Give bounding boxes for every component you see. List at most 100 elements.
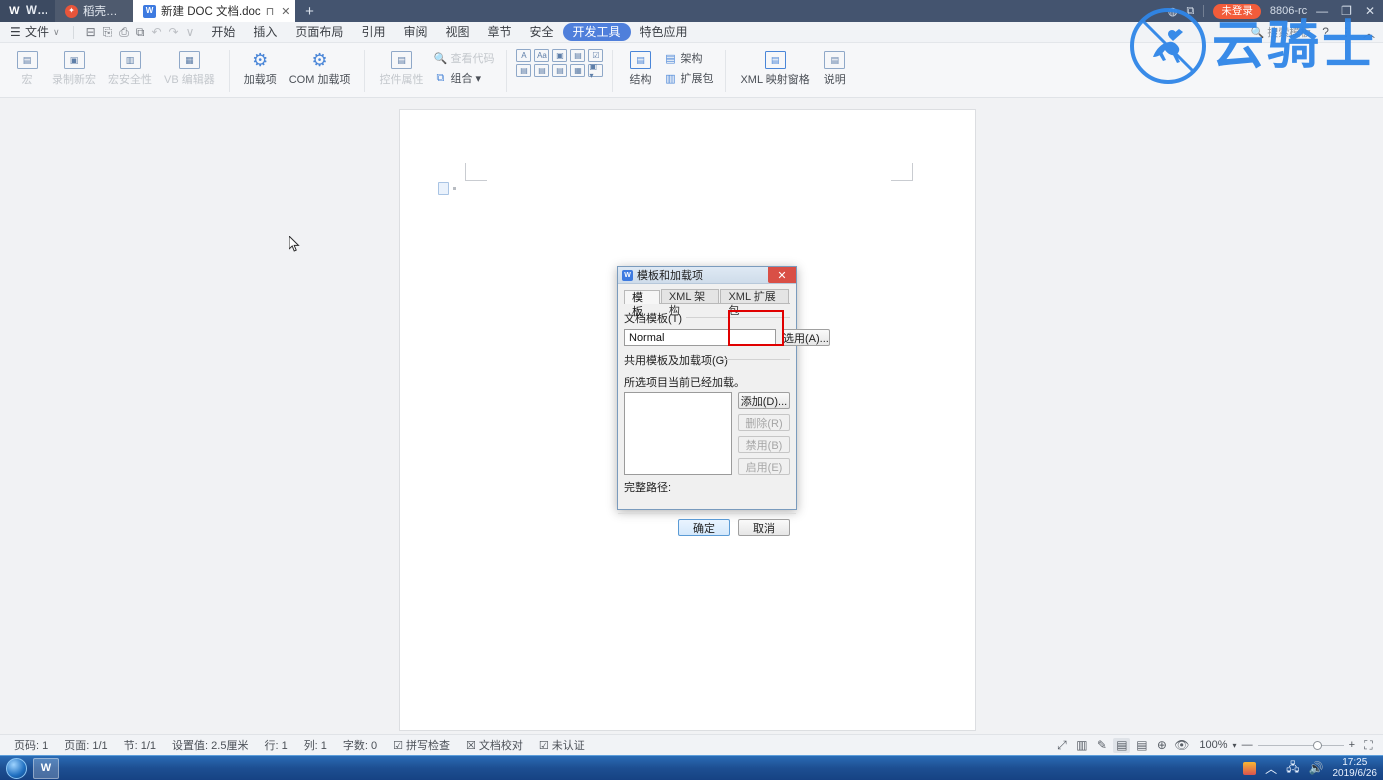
- tab-close-icon[interactable]: ✕: [281, 5, 290, 18]
- dialog-body: 模板 XML 架构 XML 扩展包 文档模板(T) 选用(A)... 共用模板及…: [618, 284, 830, 513]
- share-icon[interactable]: ⧉: [1187, 5, 1195, 18]
- status-uncertified[interactable]: ☑ 未认证: [531, 737, 593, 753]
- ribbon-button-schema[interactable]: ▤ 架构: [660, 49, 716, 67]
- network-icon[interactable]: 🖧: [1286, 758, 1299, 779]
- menu-item-insert[interactable]: 插入: [244, 22, 286, 43]
- ribbon-button-help[interactable]: ▤ 说明: [817, 46, 853, 87]
- menu-item-featured-apps[interactable]: 特色应用: [631, 22, 697, 43]
- dialog-close-button[interactable]: ✕: [768, 267, 796, 283]
- two-page-icon[interactable]: ▥: [1073, 738, 1090, 753]
- status-spellcheck[interactable]: ☑ 拼写检查: [385, 737, 458, 753]
- combo-box-control-icon[interactable]: ▤: [516, 64, 532, 77]
- tab-wps-home[interactable]: W WPS: [0, 0, 55, 22]
- ribbon-button-record-macro[interactable]: ▣ 录制新宏: [47, 46, 101, 87]
- ribbon-button-view-code[interactable]: 🔍 查看代码: [430, 49, 497, 67]
- dialog-tab-xml-expansion-pack[interactable]: XML 扩展包: [720, 289, 790, 317]
- cancel-button[interactable]: 取消: [738, 519, 790, 536]
- undo-icon[interactable]: ↶: [151, 25, 161, 39]
- zoom-in-button[interactable]: +: [1349, 739, 1355, 751]
- menu-item-developer-tools[interactable]: 开发工具: [562, 23, 631, 41]
- outline-view-icon[interactable]: ▤: [1133, 738, 1150, 753]
- print-preview-icon[interactable]: ⧉: [136, 25, 145, 40]
- tray-expand-icon[interactable]: ︿: [1265, 760, 1277, 777]
- wps-taskbar-icon[interactable]: W: [33, 757, 59, 779]
- tab-docer-mall[interactable]: ✦ 稻壳商城: [55, 0, 133, 22]
- ribbon-button-macro-security[interactable]: ▥ 宏安全性: [103, 46, 157, 87]
- ribbon-button-group[interactable]: ⧉ 组合 ▾: [430, 69, 497, 87]
- menu-item-view[interactable]: 视图: [436, 22, 478, 43]
- search-input[interactable]: 🔍 搜索模板: [1251, 24, 1312, 40]
- dialog-tab-xml-schema[interactable]: XML 架构: [660, 289, 720, 317]
- more-options-icon[interactable]: ⋮: [1340, 25, 1352, 39]
- help-doc-icon: ▤: [823, 48, 847, 72]
- ok-button[interactable]: 确定: [678, 519, 730, 536]
- collapse-ribbon-icon[interactable]: ︿: [1363, 24, 1375, 41]
- zoom-level-label[interactable]: 100%: [1199, 739, 1227, 751]
- taskbar-date: 2019/6/26: [1332, 768, 1378, 779]
- tab-active-document-label: 新建 DOC 文档.doc: [161, 6, 261, 18]
- print-icon[interactable]: ⎙: [119, 25, 129, 40]
- repeating-section-control-icon[interactable]: ▦: [570, 64, 586, 77]
- start-button-icon[interactable]: [6, 757, 27, 779]
- eye-protect-icon[interactable]: 👁: [1173, 738, 1190, 753]
- templates-and-addins-dialog[interactable]: W 模板和加载项 ✕ 模板 XML 架构 XML 扩展包 文档模板(T) 选用(…: [617, 266, 830, 536]
- close-button[interactable]: ✕: [1365, 4, 1375, 18]
- ribbon-button-com-addins[interactable]: ⚙ COM 加载项: [284, 46, 356, 87]
- screen: W WPS ✦ 稻壳商城 W 新建 DOC 文档.doc ⊓ ✕ + ◍ ⧉ 未: [0, 0, 1383, 780]
- menu-item-review[interactable]: 审阅: [394, 22, 436, 43]
- menu-item-security[interactable]: 安全: [521, 22, 563, 43]
- zoom-slider[interactable]: [1257, 739, 1344, 751]
- drop-down-control-icon[interactable]: ▤: [534, 64, 550, 77]
- minimize-button[interactable]: —: [1316, 4, 1328, 18]
- addin-status-note: 所选项目当前已经加载。: [624, 377, 745, 389]
- ribbon-button-xml-mapping-pane[interactable]: ▤ XML 映射窗格: [735, 46, 814, 87]
- new-tab-button[interactable]: +: [295, 0, 325, 22]
- fit-page-icon[interactable]: ⛶: [1360, 738, 1377, 753]
- tab-active-document[interactable]: W 新建 DOC 文档.doc ⊓ ✕: [133, 0, 295, 22]
- save-icon[interactable]: ⊟: [86, 25, 96, 39]
- picture-control-icon[interactable]: ▣: [552, 49, 568, 62]
- page-view-icon[interactable]: ▤: [1113, 737, 1131, 753]
- menu-item-references[interactable]: 引用: [352, 22, 394, 43]
- ribbon-button-structure[interactable]: ▤ 结构: [622, 46, 658, 87]
- customize-qat-icon[interactable]: ∨: [186, 25, 195, 39]
- zoom-dropdown-icon[interactable]: ▾: [1233, 741, 1237, 750]
- web-view-icon[interactable]: ⊕: [1153, 738, 1170, 753]
- volume-icon[interactable]: 🔊: [1309, 761, 1324, 775]
- add-button[interactable]: 添加(D)...: [738, 392, 790, 409]
- restore-button[interactable]: ❐: [1341, 4, 1352, 18]
- building-block-control-icon[interactable]: ▤: [570, 49, 586, 62]
- status-setting-value: 设置值: 2.5厘米: [172, 740, 249, 752]
- help-icon[interactable]: ?: [1322, 25, 1329, 39]
- rich-text-control-icon[interactable]: Aa: [534, 49, 550, 62]
- cloud-docs-icon[interactable]: ◍: [1168, 5, 1178, 18]
- menu-item-start[interactable]: 开始: [202, 22, 244, 43]
- checkbox-control-icon[interactable]: ☑: [588, 49, 604, 62]
- ribbon-button-vb-editor[interactable]: ▦ VB 编辑器: [159, 46, 220, 87]
- ribbon-button-addins[interactable]: ⚙ 加载项: [239, 46, 282, 87]
- menu-item-page-layout[interactable]: 页面布局: [286, 22, 352, 43]
- ribbon-button-expansion-pack[interactable]: ▥ 扩展包: [660, 69, 716, 87]
- legacy-tools-control-icon[interactable]: ▣ ▾: [588, 62, 604, 80]
- ribbon-button-macro[interactable]: ▤ 宏: [9, 46, 45, 87]
- save-as-icon[interactable]: ⎘: [103, 25, 113, 40]
- menu-file[interactable]: ☰ 文件 ∨: [6, 22, 69, 43]
- dialog-tab-templates[interactable]: 模板: [624, 290, 660, 318]
- addins-listbox[interactable]: [624, 392, 732, 475]
- login-status-badge[interactable]: 未登录: [1213, 3, 1261, 19]
- taskbar-clock[interactable]: 17:25 2019/6/26: [1333, 757, 1378, 779]
- redo-icon[interactable]: ↷: [169, 25, 179, 39]
- text-field-control-icon[interactable]: A: [516, 49, 532, 62]
- fullscreen-icon[interactable]: ⤢: [1053, 738, 1070, 753]
- document-template-input[interactable]: [624, 329, 776, 346]
- zoom-slider-handle[interactable]: [1312, 741, 1322, 750]
- pen-icon[interactable]: ✎: [1093, 738, 1110, 753]
- ribbon-button-control-properties[interactable]: ▤ 控件属性: [374, 46, 428, 87]
- tray-app-icon[interactable]: [1243, 761, 1257, 775]
- zoom-out-button[interactable]: —: [1242, 739, 1253, 751]
- menu-item-section[interactable]: 章节: [478, 22, 520, 43]
- date-picker-control-icon[interactable]: ▤: [552, 64, 568, 77]
- status-proofread[interactable]: ☒ 文档校对: [458, 737, 531, 753]
- attach-button[interactable]: 选用(A)...: [782, 329, 830, 346]
- tab-restore-icon[interactable]: ⊓: [266, 5, 275, 18]
